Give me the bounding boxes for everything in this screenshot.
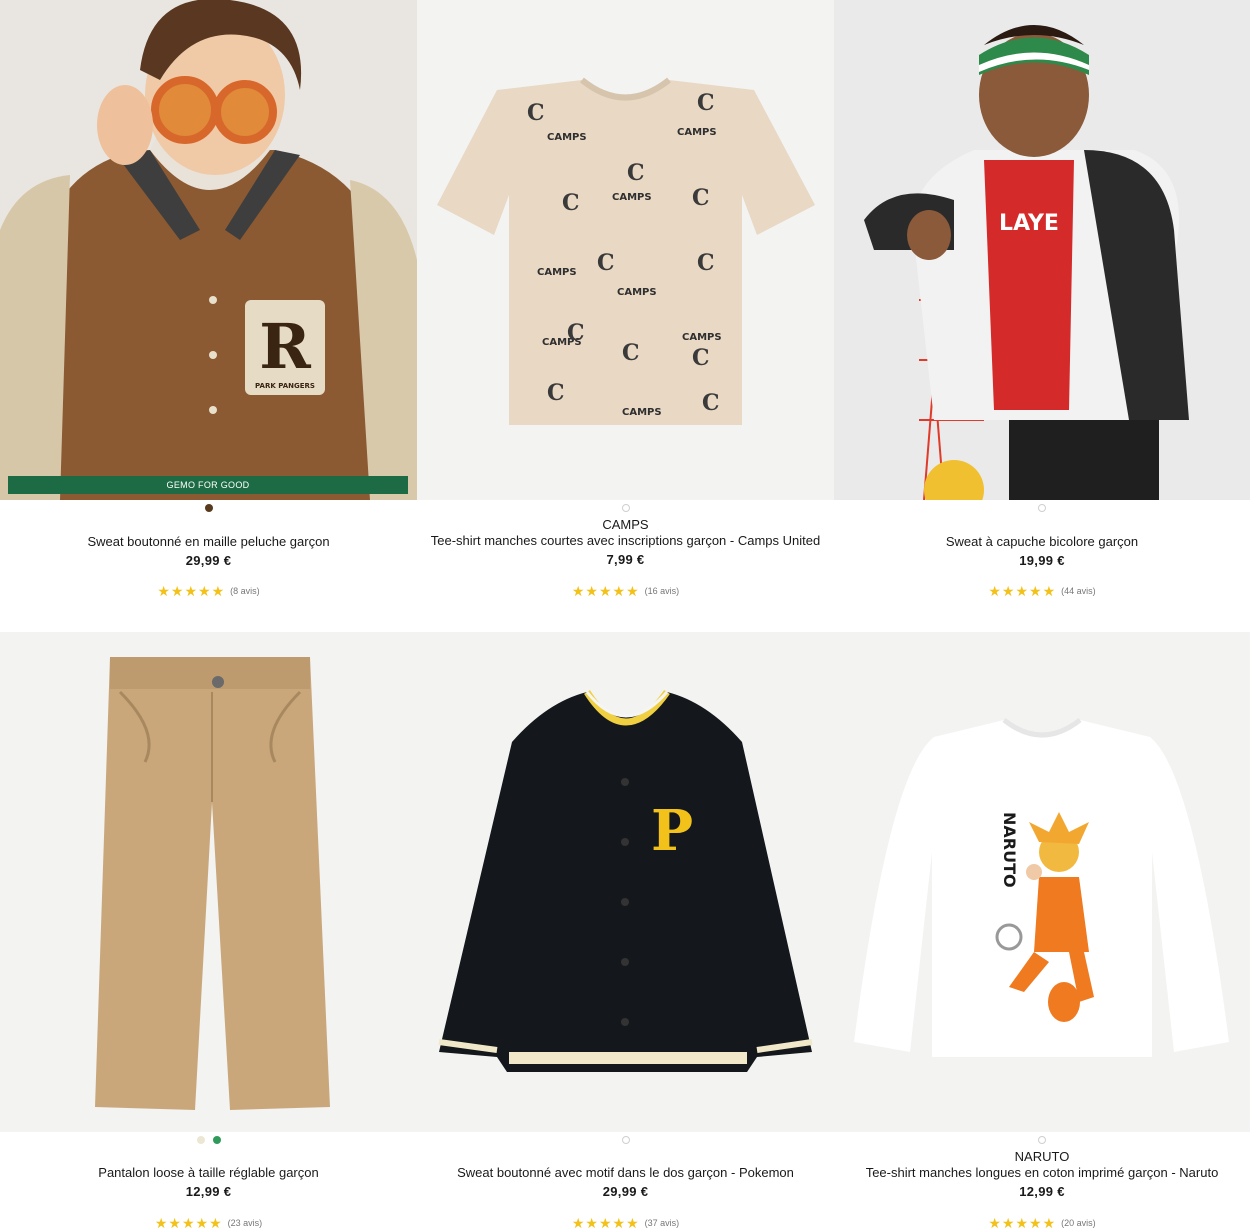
product-title[interactable]: Tee-shirt manches longues en coton impri… <box>834 1165 1250 1180</box>
color-swatch[interactable] <box>212 1136 221 1144</box>
product-image[interactable]: NARUTO <box>834 632 1250 1132</box>
svg-text:C: C <box>597 250 615 276</box>
bomber-jacket-photo: P <box>417 632 834 1132</box>
bomber-letter: P <box>651 798 693 864</box>
color-swatch[interactable] <box>621 1136 630 1144</box>
product-price: 29,99 € <box>602 1184 649 1199</box>
color-swatches <box>417 1136 834 1144</box>
product-title[interactable]: Pantalon loose à taille réglable garçon <box>0 1165 417 1180</box>
color-swatch[interactable] <box>1038 504 1046 512</box>
tee-print-text: CAMPS <box>677 127 717 138</box>
svg-text:C: C <box>527 100 545 126</box>
color-swatch[interactable] <box>196 1136 205 1144</box>
review-count[interactable]: (20 avis) <box>1061 1218 1096 1228</box>
tee-print-text: CAMPS <box>547 132 587 143</box>
svg-text:C: C <box>562 190 580 216</box>
review-count[interactable]: (16 avis) <box>645 586 680 596</box>
color-swatches <box>834 504 1250 512</box>
naruto-print-text: NARUTO <box>1000 812 1019 888</box>
product-card[interactable]: Pantalon loose à taille réglable garçon … <box>0 632 417 1230</box>
loose-trousers-photo <box>0 632 417 1132</box>
rating-stars-icon: ★★★★★ <box>157 583 226 599</box>
product-rating: ★★★★★ (20 avis) <box>834 1216 1250 1230</box>
color-swatch[interactable] <box>621 504 630 512</box>
product-image[interactable]: CAMPS CAMPS CAMPS CAMPS CAMPS CAMPS CAMP… <box>417 0 834 500</box>
product-rating: ★★★★★ (16 avis) <box>417 584 834 598</box>
product-title[interactable]: Tee-shirt manches courtes avec inscripti… <box>417 533 834 548</box>
rating-stars-icon: ★★★★★ <box>571 1215 640 1230</box>
kid-in-fleece-jacket-photo: R PARK PANGERS <box>0 0 417 500</box>
product-brand: NARUTO <box>1014 1149 1070 1164</box>
product-price: 12,99 € <box>185 1184 232 1199</box>
review-count[interactable]: (44 avis) <box>1061 586 1096 596</box>
product-title[interactable]: Sweat boutonné en maille peluche garçon <box>0 534 417 549</box>
rating-stars-icon: ★★★★★ <box>571 583 640 599</box>
product-price: 29,99 € <box>185 553 232 568</box>
svg-text:LAYE: LAYE <box>999 211 1059 236</box>
color-swatches <box>417 504 834 512</box>
rating-stars-icon: ★★★★★ <box>154 1215 223 1230</box>
product-rating: ★★★★★ (23 avis) <box>0 1216 417 1230</box>
product-rating: ★★★★★ (8 avis) <box>0 584 417 598</box>
product-price: 19,99 € <box>1019 553 1065 568</box>
printed-tee-shirt-photo: CAMPS CAMPS CAMPS CAMPS CAMPS CAMPS CAMP… <box>417 0 834 500</box>
tee-print-text: CAMPS <box>617 287 657 298</box>
svg-text:C: C <box>622 340 640 366</box>
color-swatch[interactable] <box>1038 1136 1046 1144</box>
rating-stars-icon: ★★★★★ <box>988 583 1057 599</box>
product-rating: ★★★★★ (37 avis) <box>417 1216 834 1230</box>
svg-text:C: C <box>702 390 720 416</box>
svg-text:C: C <box>697 90 715 116</box>
svg-text:C: C <box>567 320 585 346</box>
jacket-patch-text: PARK PANGERS <box>255 382 315 390</box>
svg-text:C: C <box>692 185 710 211</box>
product-image[interactable] <box>0 632 417 1132</box>
product-title[interactable]: Sweat boutonné avec motif dans le dos ga… <box>417 1165 834 1180</box>
product-rating: ★★★★★ (44 avis) <box>834 584 1250 598</box>
svg-text:C: C <box>627 160 645 186</box>
product-image[interactable]: R PARK PANGERS GEMO FOR GOOD <box>0 0 417 500</box>
product-brand: CAMPS <box>602 517 649 532</box>
color-swatches <box>0 504 417 512</box>
color-swatches <box>834 1136 1250 1144</box>
review-count[interactable]: (23 avis) <box>228 1218 263 1228</box>
review-count[interactable]: (37 avis) <box>645 1218 680 1228</box>
tee-print-text: CAMPS <box>612 192 652 203</box>
svg-text:C: C <box>547 380 565 406</box>
tee-print-text: CAMPS <box>682 332 722 343</box>
tee-print-text: CAMPS <box>537 267 577 278</box>
product-image[interactable]: LAYE <box>834 0 1250 500</box>
product-price: 7,99 € <box>606 552 645 567</box>
svg-text:C: C <box>692 345 710 371</box>
color-swatches <box>0 1136 417 1144</box>
product-image[interactable]: P <box>417 632 834 1132</box>
naruto-long-sleeve-tee-photo: NARUTO <box>834 632 1250 1132</box>
color-swatch[interactable] <box>204 504 213 512</box>
tee-print-text: CAMPS <box>622 407 662 418</box>
product-card[interactable]: P Sweat boutonné avec motif dans le dos … <box>417 632 834 1230</box>
product-card[interactable]: LAYE Sweat à capuche bicolore garçon 19,… <box>834 0 1250 620</box>
product-card[interactable]: NARUTO NARUTO Tee-shirt manches longues … <box>834 632 1250 1230</box>
product-price: 12,99 € <box>1019 1184 1065 1199</box>
gemo-for-good-badge: GEMO FOR GOOD <box>8 476 408 494</box>
svg-text:C: C <box>697 250 715 276</box>
rating-stars-icon: ★★★★★ <box>988 1215 1057 1230</box>
product-card[interactable]: CAMPS CAMPS CAMPS CAMPS CAMPS CAMPS CAMP… <box>417 0 834 620</box>
product-title[interactable]: Sweat à capuche bicolore garçon <box>834 534 1250 549</box>
kid-in-hoodie-photo: LAYE <box>834 0 1250 500</box>
jacket-letter: R <box>259 310 311 383</box>
review-count[interactable]: (8 avis) <box>230 586 260 596</box>
product-card[interactable]: R PARK PANGERS GEMO FOR GOOD Sweat bouto… <box>0 0 417 620</box>
